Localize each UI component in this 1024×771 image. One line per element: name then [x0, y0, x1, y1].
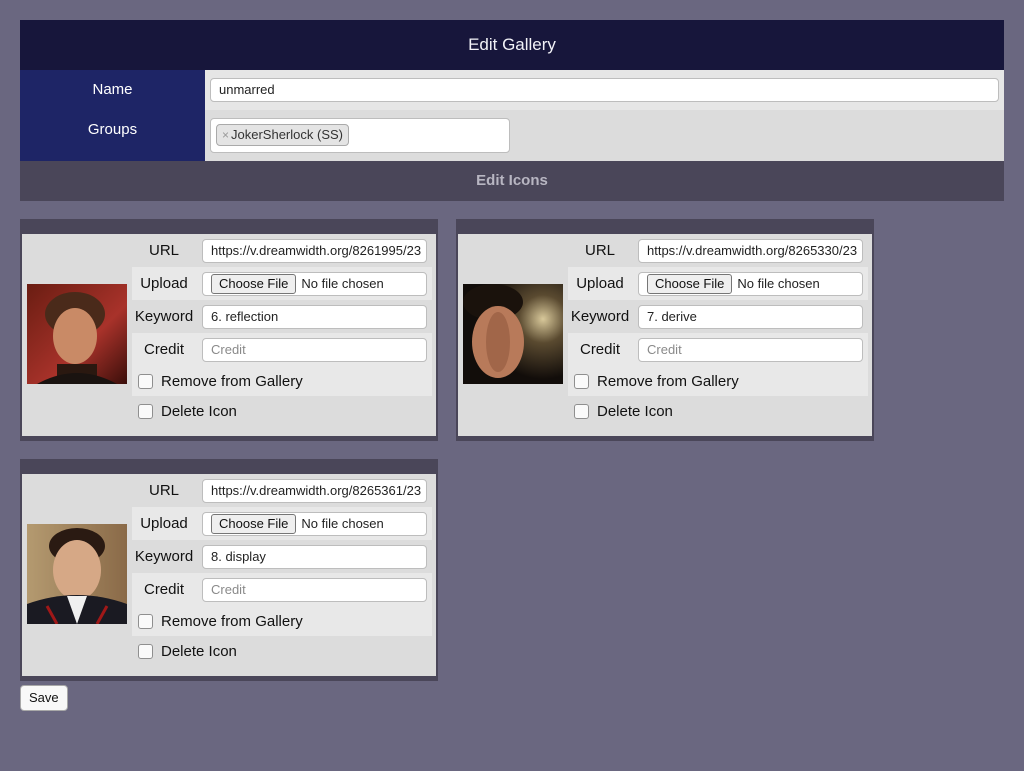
remove-from-gallery-label: Remove from Gallery: [597, 372, 739, 390]
remove-from-gallery-row[interactable]: Remove from Gallery: [568, 366, 868, 396]
url-label: URL: [584, 242, 615, 259]
icon-thumbnail: [27, 284, 127, 384]
no-file-text: No file chosen: [301, 276, 384, 291]
url-input[interactable]: https://v.dreamwidth.org/8265361/23: [202, 478, 427, 503]
credit-input[interactable]: Credit: [202, 577, 427, 602]
upload-label: Upload: [140, 275, 188, 292]
delete-icon-row[interactable]: Delete Icon: [132, 396, 432, 426]
choose-file-button[interactable]: Choose File: [647, 273, 733, 294]
upload-input[interactable]: Choose File No file chosen: [202, 271, 427, 296]
icon-thumbnail: [27, 524, 127, 624]
keyword-label: Keyword: [570, 308, 630, 325]
url-input[interactable]: https://v.dreamwidth.org/8265330/23: [638, 238, 863, 263]
upload-input[interactable]: Choose File No file chosen: [202, 511, 427, 536]
credit-label: Credit: [143, 341, 184, 358]
keyword-input[interactable]: 6. reflection: [202, 304, 427, 329]
remove-from-gallery-label: Remove from Gallery: [161, 612, 303, 630]
icon-card: URL https://v.dreamwidth.org/8265330/23 …: [456, 219, 874, 441]
delete-icon-checkbox[interactable]: [574, 403, 589, 419]
delete-icon-label: Delete Icon: [161, 402, 237, 420]
credit-placeholder: Credit: [211, 581, 246, 597]
upload-input[interactable]: Choose File No file chosen: [638, 271, 863, 296]
name-label: Name: [20, 70, 205, 110]
credit-label: Credit: [143, 581, 184, 598]
edit-gallery-form: Edit Gallery Name unmarred Groups × Joker…: [20, 20, 1004, 201]
url-input[interactable]: https://v.dreamwidth.org/8261995/23: [202, 238, 427, 263]
credit-input[interactable]: Credit: [202, 337, 427, 362]
choose-file-button[interactable]: Choose File: [211, 513, 297, 534]
remove-from-gallery-label: Remove from Gallery: [161, 372, 303, 390]
remove-from-gallery-checkbox[interactable]: [574, 373, 589, 389]
icon-card: URL https://v.dreamwidth.org/8265361/23 …: [20, 459, 438, 681]
groups-row: Groups × JokerSherlock (SS): [20, 110, 1004, 161]
delete-icon-checkbox[interactable]: [138, 643, 153, 659]
keyword-label: Keyword: [134, 308, 194, 325]
group-tag-label: JokerSherlock (SS): [231, 127, 343, 142]
name-row: Name unmarred: [20, 70, 1004, 110]
credit-input[interactable]: Credit: [638, 337, 863, 362]
delete-icon-row[interactable]: Delete Icon: [132, 636, 432, 666]
remove-from-gallery-row[interactable]: Remove from Gallery: [132, 606, 432, 636]
section-title: Edit Icons: [20, 161, 1004, 201]
name-input[interactable]: unmarred: [210, 78, 999, 102]
url-label: URL: [148, 482, 179, 499]
delete-icon-label: Delete Icon: [597, 402, 673, 420]
remove-from-gallery-row[interactable]: Remove from Gallery: [132, 366, 432, 396]
keyword-input[interactable]: 7. derive: [638, 304, 863, 329]
remove-tag-icon[interactable]: ×: [222, 128, 229, 142]
page-title: Edit Gallery: [20, 20, 1004, 70]
choose-file-button[interactable]: Choose File: [211, 273, 297, 294]
keyword-input[interactable]: 8. display: [202, 544, 427, 569]
keyword-label: Keyword: [134, 548, 194, 565]
no-file-text: No file chosen: [737, 276, 820, 291]
credit-placeholder: Credit: [647, 341, 682, 357]
remove-from-gallery-checkbox[interactable]: [138, 613, 153, 629]
url-label: URL: [148, 242, 179, 259]
credit-placeholder: Credit: [211, 341, 246, 357]
icon-card: URL https://v.dreamwidth.org/8261995/23 …: [20, 219, 438, 441]
groups-label: Groups: [20, 110, 205, 161]
upload-label: Upload: [576, 275, 624, 292]
delete-icon-label: Delete Icon: [161, 642, 237, 660]
icon-thumbnail: [463, 284, 563, 384]
groups-select[interactable]: × JokerSherlock (SS): [210, 118, 510, 153]
delete-icon-row[interactable]: Delete Icon: [568, 396, 868, 426]
no-file-text: No file chosen: [301, 516, 384, 531]
upload-label: Upload: [140, 515, 188, 532]
delete-icon-checkbox[interactable]: [138, 403, 153, 419]
remove-from-gallery-checkbox[interactable]: [138, 373, 153, 389]
credit-label: Credit: [579, 341, 620, 358]
save-button[interactable]: Save: [20, 685, 68, 711]
group-tag: × JokerSherlock (SS): [216, 124, 349, 146]
